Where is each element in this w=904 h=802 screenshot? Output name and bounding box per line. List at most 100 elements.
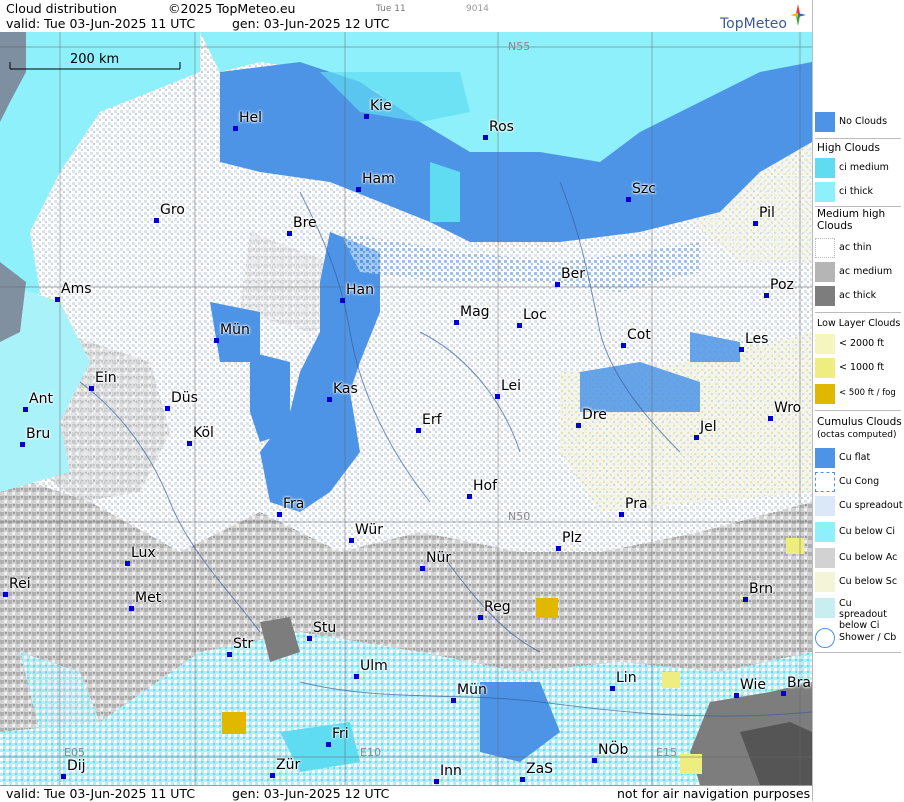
city-marker <box>495 394 500 399</box>
copyright: ©2025 TopMeteo.eu <box>168 1 296 16</box>
city-marker <box>694 435 699 440</box>
legend-medium-title: Medium high Clouds <box>817 208 886 232</box>
city-label: Bra <box>787 675 811 691</box>
low-2000-swatch <box>815 334 835 354</box>
city-label: Cot <box>627 327 651 343</box>
legend-cu-subtitle: (octas computed) <box>817 430 897 440</box>
valid-time: valid: Tue 03-Jun-2025 11 UTC <box>6 16 196 31</box>
city-marker <box>277 512 282 517</box>
city-marker <box>434 779 439 784</box>
city-label: Lei <box>501 378 522 394</box>
grid-label-n50: N50 <box>508 510 531 523</box>
cu-cong-swatch <box>815 472 835 492</box>
city-marker <box>781 691 786 696</box>
city-marker <box>89 386 94 391</box>
city-marker <box>340 298 345 303</box>
map-header: Cloud distribution ©2025 TopMeteo.eu Tue… <box>0 0 812 33</box>
city-label: Ber <box>561 266 585 282</box>
cu-flat-swatch <box>815 448 835 468</box>
legend-ci-medium: ci medium <box>815 158 903 180</box>
city-marker <box>520 777 525 782</box>
city-label: Mün <box>220 322 250 338</box>
city-label: Bre <box>293 215 317 231</box>
city-label: Fra <box>283 496 305 512</box>
legend-shower: Shower / Cb <box>815 628 903 650</box>
legend-ac-thin: ac thin <box>815 238 903 260</box>
time-step-label: Tue 11 <box>376 4 406 14</box>
city-marker <box>233 126 238 131</box>
city-marker <box>227 652 232 657</box>
city-label: ZaS <box>526 761 554 777</box>
city-label: Loc <box>523 307 547 323</box>
city-label: Pra <box>625 496 648 512</box>
legend-cu-spread-ci: Cu spreadout below Ci <box>815 598 903 631</box>
no-clouds-swatch <box>815 112 835 132</box>
city-marker <box>356 187 361 192</box>
city-label: Ham <box>362 171 395 187</box>
legend-cu-below-ci: Cu below Ci <box>815 522 903 544</box>
city-label: Ein <box>95 370 117 386</box>
city-label: Stu <box>313 620 337 636</box>
city-label: Köl <box>193 425 214 441</box>
city-marker <box>154 218 159 223</box>
legend-cu-below-sc: Cu below Sc <box>815 572 903 594</box>
legend-ac-thick: ac thick <box>815 286 903 308</box>
city-label: Nür <box>426 550 452 566</box>
legend-low-2000: < 2000 ft <box>815 334 903 356</box>
city-label: Mag <box>460 304 490 320</box>
city-label: Ams <box>61 281 92 297</box>
footer-generated-time: gen: 03-Jun-2025 12 UTC <box>232 786 390 801</box>
city-marker <box>3 592 8 597</box>
city-label: Jel <box>700 419 717 435</box>
city-marker <box>555 282 560 287</box>
city-label: Ros <box>489 119 514 135</box>
city-label: Reg <box>484 599 511 615</box>
cu-below-sc-swatch <box>815 572 835 592</box>
legend-ci-thick: ci thick <box>815 182 903 204</box>
city-label: Zür <box>276 757 301 773</box>
run-id-label: 9014 <box>466 4 489 14</box>
city-label: Str <box>233 636 254 652</box>
city-label: Rei <box>9 576 31 592</box>
city-label: Szc <box>632 181 656 197</box>
cu-spread-swatch <box>815 496 835 516</box>
cloud-map[interactable]: 200 km N55 N50 E05 E10 E15 Hel Kie Ros Ham S… <box>0 32 812 785</box>
city-marker <box>327 397 332 402</box>
legend-cu-flat: Cu flat <box>815 448 903 470</box>
city-marker <box>619 512 624 517</box>
city-marker <box>621 343 626 348</box>
compass-icon <box>790 4 806 26</box>
ac-thin-swatch <box>815 238 835 258</box>
footer-valid-time: valid: Tue 03-Jun-2025 11 UTC <box>6 786 196 801</box>
topmeteo-logo[interactable]: TopMeteo <box>720 16 787 32</box>
city-marker <box>23 407 28 412</box>
cu-below-ac-swatch <box>815 548 835 568</box>
city-marker <box>556 546 561 551</box>
city-label: Bru <box>26 426 51 442</box>
city-marker <box>165 406 170 411</box>
city-marker <box>451 698 456 703</box>
city-label: Ant <box>29 391 53 407</box>
grid-label-n55: N55 <box>508 40 531 53</box>
city-label: Pil <box>759 205 775 221</box>
legend-ac-medium: ac medium <box>815 262 903 284</box>
legend-low-title: Low Layer Clouds <box>817 318 901 329</box>
city-marker <box>125 561 130 566</box>
city-label: Kie <box>370 98 392 114</box>
city-label: Dij <box>67 758 86 774</box>
city-marker <box>61 774 66 779</box>
ci-medium-swatch <box>815 158 835 178</box>
city-label: Brn <box>749 581 773 597</box>
legend-cu-cong: Cu Cong <box>815 472 903 494</box>
city-marker <box>55 297 60 302</box>
legend-cu-title: Cumulus Clouds <box>817 416 902 428</box>
city-label: Dre <box>582 407 607 423</box>
city-marker <box>20 442 25 447</box>
city-label: Hof <box>473 478 498 494</box>
legend-cu-spread: Cu spreadout <box>815 496 903 518</box>
city-label: Ulm <box>360 658 388 674</box>
grid-label-e10: E10 <box>360 746 381 759</box>
city-marker <box>576 423 581 428</box>
city-marker <box>420 566 425 571</box>
shower-swatch <box>815 628 835 648</box>
